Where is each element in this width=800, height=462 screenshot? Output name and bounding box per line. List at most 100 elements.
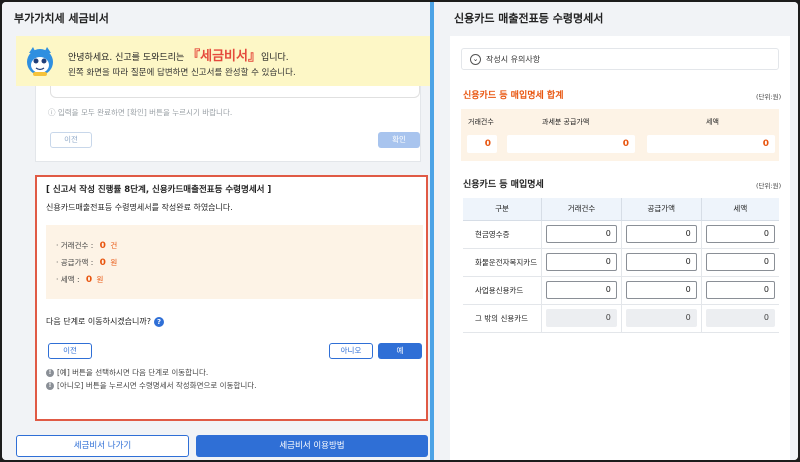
- note-text: [예] 버튼을 선택하시면 다음 단계로 이동합니다.: [57, 368, 209, 377]
- supply-input[interactable]: 0: [625, 253, 697, 271]
- yes-button[interactable]: 예: [378, 343, 422, 359]
- mascot-icon: [27, 47, 53, 76]
- previous-step-note: ⓘ 입력을 모두 완료하면 [확인] 버튼을 누르시기 바랍니다.: [48, 108, 233, 117]
- greeting-pre: 안녕하세요. 신고를 도와드리는: [68, 53, 185, 63]
- row-label: 화물운전자복지카드: [463, 248, 542, 277]
- previous-step-card: ⓘ 입력을 모두 완료하면 [확인] 버튼을 누르시기 바랍니다. 이전 확인: [35, 86, 421, 162]
- tax-input[interactable]: 0: [705, 225, 775, 243]
- column-header: 세액: [700, 198, 779, 221]
- tax-cell: 0: [700, 248, 779, 277]
- step-progress-title: [ 신고서 작성 진행률 8단계, 신용카드매출전표등 수령명세서 ]: [46, 185, 272, 195]
- count-cell: 0: [541, 220, 622, 249]
- app-window: 부가가치세 세금비서 안녕하세요. 신고를 도와드리는 『세금비서』입니다. 왼…: [2, 2, 798, 460]
- supply-cell: 0: [620, 276, 702, 305]
- tax-cell: 0: [700, 276, 779, 305]
- total-supply-field: 0: [507, 135, 635, 153]
- table-row: 현금영수증 0 0 0: [463, 220, 779, 249]
- tax-cell: 0: [700, 304, 779, 333]
- supply-cell: 0: [620, 220, 702, 249]
- statement-form: ⌄ 작성시 유의사항 신용카드 등 매입명세 합계 (단위:원) 거래건수 과세…: [450, 36, 790, 460]
- exit-assistant-button[interactable]: 세금비서 나가기: [16, 435, 189, 457]
- total-header-count: 거래건수: [468, 118, 494, 126]
- supply-input[interactable]: 0: [625, 281, 697, 299]
- statement-panel: 신용카드 매출전표등 수령명세서 ⌄ 작성시 유의사항 신용카드 등 매입명세 …: [434, 2, 798, 460]
- table-row: 사업용신용카드 0 0 0: [463, 276, 779, 305]
- info-icon: !: [46, 382, 54, 390]
- supply-cell: 0: [620, 248, 702, 277]
- previous-input-field: [50, 86, 420, 98]
- row-label: 현금영수증: [463, 220, 542, 249]
- tax-readonly: 0: [705, 309, 775, 327]
- note-text: [아니오] 버튼을 누르시면 수령명세서 작성화면으로 이동합니다.: [57, 381, 257, 390]
- notice-toggle[interactable]: ⌄ 작성시 유의사항: [461, 48, 779, 70]
- summary-count-row: · 거래건수 : 0 건: [56, 240, 117, 251]
- tax-input[interactable]: 0: [705, 281, 775, 299]
- greeting-banner: 안녕하세요. 신고를 도와드리는 『세금비서』입니다. 왼쪽 화면을 따라 질문…: [16, 36, 430, 86]
- total-tax-field: 0: [647, 135, 775, 153]
- help-icon[interactable]: ?: [154, 316, 165, 327]
- next-step-question: 다음 단계로 이동하시겠습니까??: [46, 316, 165, 327]
- summary-unit: 원: [96, 275, 104, 284]
- no-note: ! [아니오] 버튼을 누르시면 수령명세서 작성화면으로 이동합니다.: [46, 380, 257, 391]
- summary-label: · 공급가액 :: [56, 258, 94, 267]
- total-unit-label: (단위:원): [756, 93, 782, 101]
- tax-cell: 0: [700, 220, 779, 249]
- step-summary-box: · 거래건수 : 0 건 · 공급가액 : 0 원 · 세액 : 0 원: [46, 225, 423, 299]
- total-header-supply: 과세분 공급가액: [542, 118, 590, 126]
- greeting-line: 안녕하세요. 신고를 도와드리는 『세금비서』입니다.: [68, 45, 289, 64]
- summary-unit: 건: [110, 241, 118, 250]
- tax-assistant-panel: 부가가치세 세금비서 안녕하세요. 신고를 도와드리는 『세금비서』입니다. 왼…: [2, 2, 430, 460]
- summary-label: · 거래건수 :: [56, 241, 94, 250]
- summary-value: 0: [99, 241, 106, 251]
- column-header: 거래건수: [541, 198, 622, 221]
- count-cell: 0: [541, 304, 622, 333]
- supply-cell: 0: [620, 304, 702, 333]
- greeting-post: 입니다.: [260, 53, 289, 63]
- question-text: 다음 단계로 이동하시겠습니까?: [46, 317, 152, 326]
- count-cell: 0: [541, 248, 622, 277]
- table-row: 화물운전자복지카드 0 0 0: [463, 248, 779, 277]
- summary-supply-row: · 공급가액 : 0 원: [56, 257, 117, 268]
- yes-note: ! [예] 버튼을 선택하시면 다음 단계로 이동합니다.: [46, 367, 208, 378]
- summary-tax-row: · 세액 : 0 원: [56, 274, 103, 285]
- summary-label: · 세액 :: [56, 275, 80, 284]
- no-button[interactable]: 아니오: [329, 343, 373, 359]
- current-step-card: [ 신고서 작성 진행률 8단계, 신용카드매출전표등 수령명세서 ] 신용카드…: [35, 175, 428, 421]
- chevron-down-icon: ⌄: [470, 54, 481, 65]
- detail-section-title: 신용카드 등 매입명세: [463, 180, 544, 190]
- total-summary-box: 거래건수 과세분 공급가액 세액 0 0 0: [461, 109, 779, 161]
- row-label: 사업용신용카드: [463, 276, 542, 305]
- table-row: 그 밖의 신용카드 0 0 0: [463, 304, 779, 333]
- panel-title: 부가가치세 세금비서: [14, 12, 109, 25]
- supply-input[interactable]: 0: [625, 225, 697, 243]
- total-section-title: 신용카드 등 매입명세 합계: [463, 91, 564, 101]
- previous-confirm-button[interactable]: 확인: [378, 132, 420, 148]
- column-header: 구분: [463, 198, 542, 221]
- column-header: 공급가액: [620, 198, 702, 221]
- back-button[interactable]: 이전: [48, 343, 92, 359]
- assistant-guide-button[interactable]: 세금비서 이용방법: [196, 435, 428, 457]
- detail-table: 구분 거래건수 공급가액 세액 현금영수증 0 0 0 화물운전자복지카드 0 …: [463, 198, 779, 333]
- statement-title: 신용카드 매출전표등 수령명세서: [454, 12, 604, 25]
- total-header-tax: 세액: [706, 118, 719, 126]
- notice-label: 작성시 유의사항: [486, 55, 541, 64]
- count-input[interactable]: 0: [546, 253, 617, 271]
- step-complete-message: 신용카드매출전표등 수령명세서를 작성완료 하였습니다.: [46, 203, 233, 212]
- brand-name: 『세금비서』: [187, 49, 261, 64]
- total-count-field: 0: [467, 135, 497, 153]
- info-icon: !: [46, 369, 54, 377]
- table-header-row: 구분 거래건수 공급가액 세액: [463, 198, 779, 221]
- summary-value: 0: [99, 258, 106, 268]
- count-cell: 0: [541, 276, 622, 305]
- count-input[interactable]: 0: [546, 225, 617, 243]
- summary-unit: 원: [110, 258, 118, 267]
- row-label: 그 밖의 신용카드: [463, 304, 542, 333]
- count-input[interactable]: 0: [546, 281, 617, 299]
- summary-value: 0: [85, 275, 93, 285]
- tax-input[interactable]: 0: [705, 253, 775, 271]
- previous-back-button[interactable]: 이전: [50, 132, 92, 148]
- count-readonly: 0: [546, 309, 617, 327]
- supply-readonly: 0: [625, 309, 697, 327]
- detail-unit-label: (단위:원): [756, 182, 782, 190]
- greeting-instruction: 왼쪽 화면을 따라 질문에 답변하면 신고서를 완성할 수 있습니다.: [68, 68, 296, 78]
